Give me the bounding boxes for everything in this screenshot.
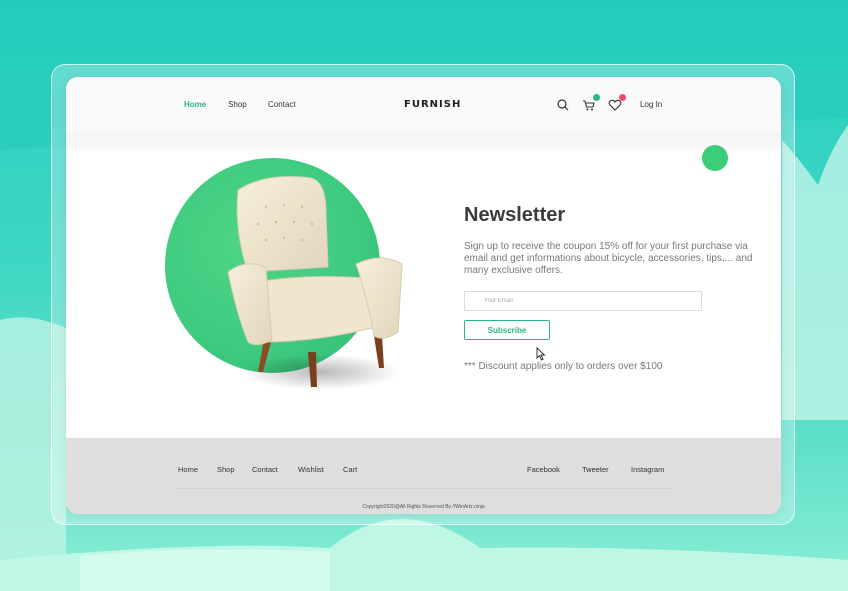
nav-home[interactable]: Home bbox=[184, 100, 206, 109]
nav-contact[interactable]: Contact bbox=[268, 100, 296, 109]
footer-link-shop[interactable]: Shop bbox=[217, 465, 235, 474]
armchair-image bbox=[227, 176, 403, 390]
footer-link-instagram[interactable]: Instagram bbox=[631, 465, 664, 474]
footer-link-tweeter[interactable]: Tweeter bbox=[582, 465, 609, 474]
footer-link-contact[interactable]: Contact bbox=[252, 465, 278, 474]
site-footer: Home Shop Contact Wishlist Cart Facebook… bbox=[66, 438, 781, 514]
footer-link-home[interactable]: Home bbox=[178, 465, 198, 474]
wishlist-badge bbox=[619, 94, 626, 101]
footer-link-cart[interactable]: Cart bbox=[343, 465, 357, 474]
login-link[interactable]: Log In bbox=[640, 100, 662, 109]
header-shadow-band bbox=[66, 133, 781, 151]
nav-shop[interactable]: Shop bbox=[228, 100, 247, 109]
subscribe-button[interactable]: Subscribe bbox=[464, 320, 550, 340]
cart-icon[interactable] bbox=[581, 94, 600, 113]
mouse-cursor-icon bbox=[536, 347, 546, 361]
email-field[interactable] bbox=[464, 291, 702, 311]
newsletter-title: Newsletter bbox=[464, 204, 566, 226]
newsletter-description: Sign up to receive the coupon 15% off fo… bbox=[464, 241, 753, 276]
copyright-text: Copyright2020@All Rights Reserved By //W… bbox=[362, 504, 485, 510]
site-header: Home Shop Contact FURNISH Log In bbox=[66, 77, 781, 133]
discount-note: *** Discount applies only to orders over… bbox=[464, 361, 663, 372]
footer-link-wishlist[interactable]: Wishlist bbox=[298, 465, 324, 474]
heart-icon[interactable] bbox=[607, 94, 626, 113]
search-icon[interactable] bbox=[555, 97, 571, 113]
footer-divider bbox=[178, 488, 670, 489]
cart-badge bbox=[593, 94, 600, 101]
browser-window: Home Shop Contact FURNISH Log In Newslet… bbox=[66, 77, 781, 514]
site-logo[interactable]: FURNISH bbox=[404, 99, 461, 110]
footer-link-facebook[interactable]: Facebook bbox=[527, 465, 560, 474]
floating-green-dot bbox=[702, 145, 728, 171]
